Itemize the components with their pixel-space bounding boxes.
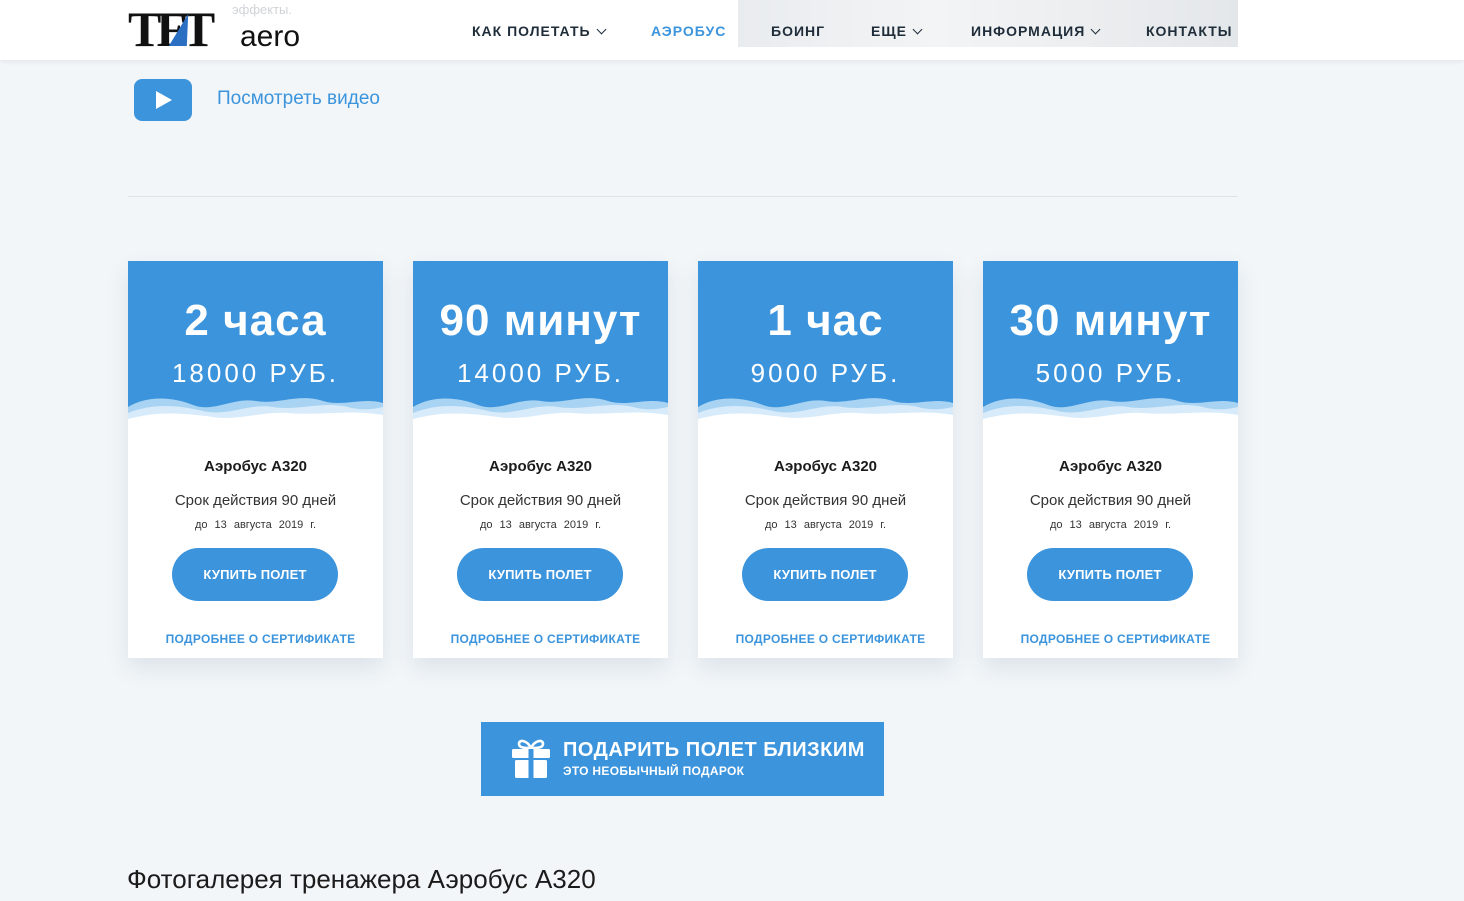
certificate-card: 30 минут 5000 РУБ. Аэробус А320 Срок дей… (983, 261, 1238, 658)
gift-icon (512, 739, 550, 778)
wave-decoration (983, 398, 1238, 429)
nav-item-how-to-fly[interactable]: КАК ПОЛЕТАТЬ (472, 22, 607, 40)
card-model: Аэробус А320 (1058, 458, 1163, 475)
card-duration: 1 час (767, 296, 884, 345)
card-validity: Срок действия 90 дней (1029, 492, 1192, 509)
nav-label: ИНФОРМАЦИЯ (971, 23, 1086, 39)
certificate-card: 2 часа 18000 РУБ. Аэробус А320 Срок дейс… (128, 261, 383, 658)
site-header: эффекты. TFT aero КАК ПОЛЕТАТЬ АЭРОБУС Б… (0, 0, 1464, 60)
card-validity: Срок действия 90 дней (174, 492, 337, 509)
nav-label: КАК ПОЛЕТАТЬ (472, 23, 591, 39)
wave-decoration (698, 398, 953, 429)
section-divider (128, 196, 1238, 197)
certificate-details-link[interactable]: ПОДРОБНЕЕ О СЕРТИФИКАТЕ (983, 632, 1248, 646)
nav-label: АЭРОБУС (651, 23, 727, 39)
gallery-heading: Фотогалерея тренажера Аэробус А320 (127, 864, 596, 894)
play-icon (156, 91, 172, 109)
card-validity: Срок действия 90 дней (744, 492, 907, 509)
nav-item-contacts[interactable]: КОНТАКТЫ (1146, 22, 1232, 40)
nav-label: КОНТАКТЫ (1146, 23, 1233, 39)
buy-flight-button[interactable]: КУПИТЬ ПОЛЕТ (742, 548, 908, 601)
nav-item-airbus[interactable]: АЭРОБУС (651, 22, 726, 40)
card-date: до 13 августа 2019 г. (764, 519, 887, 531)
card-model: Аэробус А320 (203, 458, 308, 475)
card-duration: 30 минут (1009, 296, 1212, 345)
card-price: 9000 РУБ. (750, 358, 901, 388)
card-price: 18000 РУБ. (171, 358, 340, 388)
nav-item-boeing[interactable]: БОИНГ (771, 22, 825, 40)
card-model: Аэробус А320 (773, 458, 878, 475)
card-model: Аэробус А320 (488, 458, 593, 475)
certificate-details-link[interactable]: ПОДРОБНЕЕ О СЕРТИФИКАТЕ (128, 632, 393, 646)
card-date: до 13 августа 2019 г. (1049, 519, 1172, 531)
card-header: 30 минут 5000 РУБ. (983, 261, 1238, 429)
nav-label: БОИНГ (771, 23, 826, 39)
buy-flight-button[interactable]: КУПИТЬ ПОЛЕТ (1027, 548, 1193, 601)
logo-wordmark: aero (240, 20, 301, 53)
card-validity: Срок действия 90 дней (459, 492, 622, 509)
card-header: 2 часа 18000 РУБ. (128, 261, 383, 429)
card-price: 5000 РУБ. (1035, 358, 1186, 388)
chevron-down-icon (596, 24, 607, 34)
card-header: 90 минут 14000 РУБ. (413, 261, 668, 429)
video-play-button[interactable] (134, 79, 192, 121)
background-ghost-text: эффекты. (232, 2, 292, 17)
logo-mark: TFT (128, 1, 215, 57)
card-price: 14000 РУБ. (456, 358, 625, 388)
certificate-details-link[interactable]: ПОДРОБНЕЕ О СЕРТИФИКАТЕ (413, 632, 678, 646)
nav-label: ЕЩЕ (871, 23, 907, 39)
chevron-down-icon (912, 24, 923, 34)
wave-decoration (128, 398, 383, 429)
card-duration: 90 минут (439, 296, 642, 345)
card-duration: 2 часа (184, 296, 327, 345)
gift-button-title: ПОДАРИТЬ ПОЛЕТ БЛИЗКИМ (563, 739, 865, 761)
gift-flight-button[interactable]: ПОДАРИТЬ ПОЛЕТ БЛИЗКИМ ЭТО НЕОБЫЧНЫЙ ПОД… (481, 722, 884, 796)
buy-flight-button[interactable]: КУПИТЬ ПОЛЕТ (172, 548, 338, 601)
wave-decoration (413, 398, 668, 429)
chevron-down-icon (1090, 24, 1101, 34)
card-header: 1 час 9000 РУБ. (698, 261, 953, 429)
certificate-card: 1 час 9000 РУБ. Аэробус А320 Срок действ… (698, 261, 953, 658)
nav-item-more[interactable]: ЕЩЕ (871, 22, 923, 40)
nav-item-information[interactable]: ИНФОРМАЦИЯ (971, 22, 1101, 40)
gift-button-subtitle: ЭТО НЕОБЫЧНЫЙ ПОДАРОК (563, 764, 745, 778)
watch-video-link[interactable]: Посмотреть видео (217, 88, 380, 110)
certificate-card: 90 минут 14000 РУБ. Аэробус А320 Срок де… (413, 261, 668, 658)
card-date: до 13 августа 2019 г. (479, 519, 602, 531)
buy-flight-button[interactable]: КУПИТЬ ПОЛЕТ (457, 548, 623, 601)
card-date: до 13 августа 2019 г. (194, 519, 317, 531)
certificate-details-link[interactable]: ПОДРОБНЕЕ О СЕРТИФИКАТЕ (698, 632, 963, 646)
